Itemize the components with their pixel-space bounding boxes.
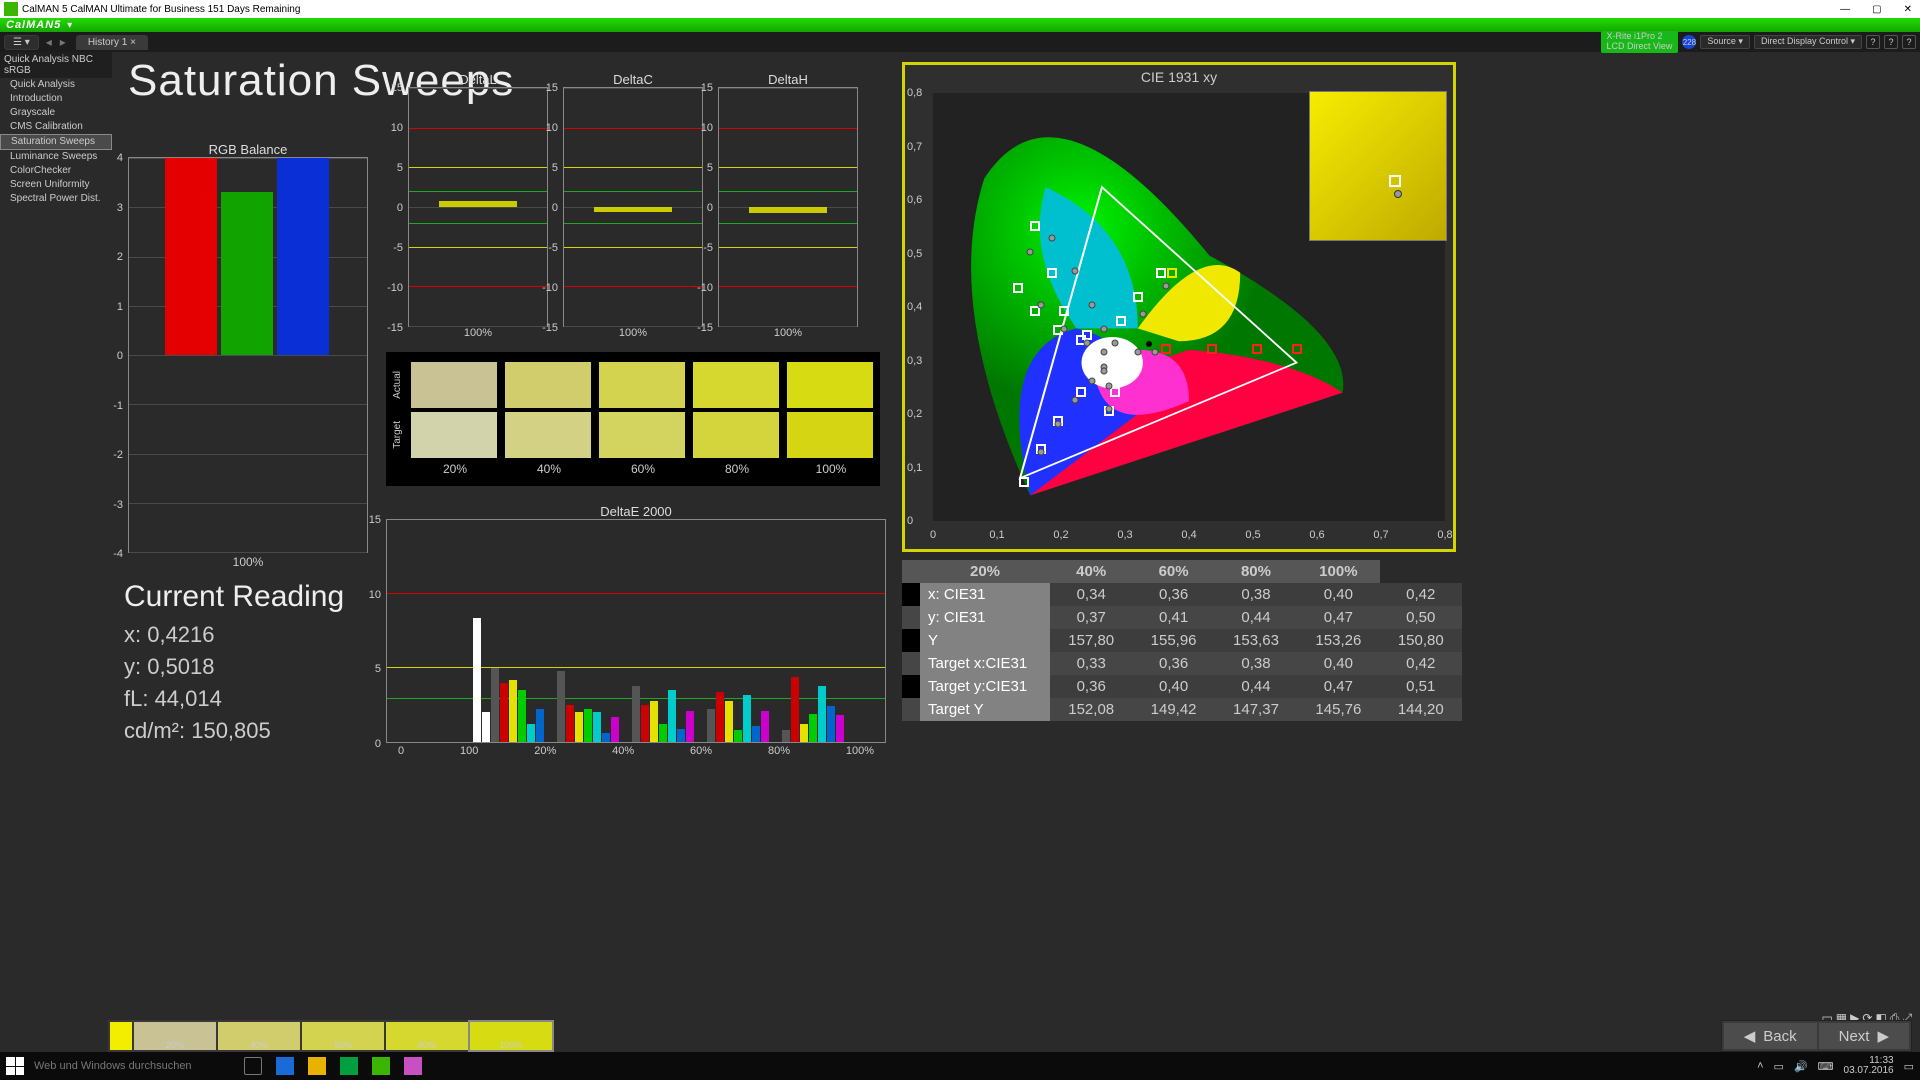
- deltae-chart: 051015: [386, 519, 886, 743]
- taskview-icon[interactable]: [244, 1057, 262, 1075]
- swatch: [411, 362, 497, 408]
- reading-y: y: 0,5018: [124, 654, 344, 680]
- deltae-title: DeltaE 2000: [386, 504, 886, 519]
- sidebar-header: Quick Analysis NBC sRGB: [0, 52, 112, 78]
- close-icon[interactable]: ✕: [1904, 4, 1912, 15]
- thumb-80%[interactable]: 80%: [386, 1022, 468, 1050]
- delta-chart: -15-10-5051015: [408, 87, 548, 327]
- swatch: [505, 362, 591, 408]
- tray-lang[interactable]: ⌨: [1818, 1060, 1834, 1073]
- deltae-xaxis: 010020%40%60%80%100%: [386, 743, 886, 759]
- sidebar-item-saturation-sweeps[interactable]: Saturation Sweeps: [0, 134, 112, 150]
- cie-inset: [1309, 91, 1447, 241]
- reading-title: Current Reading: [124, 580, 344, 614]
- taskbar-search[interactable]: Web und Windows durchsuchen: [34, 1060, 234, 1072]
- sidebar-item-grayscale[interactable]: Grayscale: [0, 106, 112, 120]
- toolbar: ☰ ▾ ◂ ▸ History 1 × X-Rite i1Pro 2LCD Di…: [0, 32, 1920, 52]
- windows-title-bar: CalMAN 5 CalMAN Ultimate for Business 15…: [0, 0, 1920, 18]
- cie-chart: CIE 1931 xy 000,10,10,20,20,30,30,40,40,…: [902, 62, 1456, 552]
- data-table: 20%40%60%80%100%x: CIE310,340,360,380,40…: [902, 560, 1462, 721]
- tray-net-icon[interactable]: ▭: [1774, 1060, 1784, 1073]
- sidebar: Quick Analysis NBC sRGB Quick AnalysisIn…: [0, 52, 112, 206]
- swatch-thumbnails: 20%40%60%80%100%: [108, 1020, 554, 1052]
- tab-close-icon[interactable]: ×: [130, 37, 136, 48]
- cie-title: CIE 1931 xy: [905, 69, 1453, 85]
- taskbar-clock[interactable]: 11:3303.07.2016: [1844, 1056, 1894, 1076]
- rgb-xlabel: 100%: [128, 555, 368, 569]
- help1-icon[interactable]: ?: [1866, 35, 1880, 49]
- palette-icon[interactable]: [404, 1057, 422, 1075]
- nav-fwd-icon[interactable]: ▸: [60, 35, 66, 49]
- help2-icon[interactable]: ?: [1884, 35, 1898, 49]
- swatch: [599, 412, 685, 458]
- edge-icon[interactable]: [276, 1057, 294, 1075]
- swatch: [505, 412, 591, 458]
- thumb-60%[interactable]: 60%: [302, 1022, 384, 1050]
- sidebar-item-spectral-power-dist-[interactable]: Spectral Power Dist.: [0, 192, 112, 206]
- window-title: CalMAN 5 CalMAN Ultimate for Business 15…: [22, 4, 300, 15]
- delta-chart: -15-10-5051015: [563, 87, 703, 327]
- swatch-panel: ActualTarget20%40%60%80%100%: [386, 352, 880, 486]
- sidebar-item-introduction[interactable]: Introduction: [0, 92, 112, 106]
- tray-up-icon[interactable]: ˄: [1757, 1060, 1763, 1072]
- help3-icon[interactable]: ?: [1902, 35, 1916, 49]
- rgb-balance-chart: -4-3-2-101234: [128, 157, 368, 553]
- app-header: CalMAN5 ▾: [0, 18, 1920, 32]
- start-button[interactable]: [6, 1057, 24, 1075]
- reading-fL: fL: 44,014: [124, 686, 344, 712]
- next-button[interactable]: Next▶: [1819, 1023, 1909, 1049]
- reading-cdm2: cd/m²: 150,805: [124, 718, 344, 744]
- swatch: [787, 362, 873, 408]
- wizard-nav: ◀Back Next▶: [1721, 1020, 1912, 1052]
- sidebar-item-screen-uniformity[interactable]: Screen Uniformity: [0, 178, 112, 192]
- device-badge[interactable]: X-Rite i1Pro 2LCD Direct View: [1601, 31, 1679, 53]
- app-icon: [4, 2, 18, 16]
- reading-x: x: 0,4216: [124, 622, 344, 648]
- swatch: [693, 362, 779, 408]
- delta-chart: -15-10-5051015: [718, 87, 858, 327]
- sidebar-item-luminance-sweeps[interactable]: Luminance Sweeps: [0, 150, 112, 164]
- triangle-right-icon: ▶: [1877, 1027, 1889, 1045]
- current-reading: Current Reading x: 0,4216 y: 0,5018 fL: …: [124, 580, 344, 750]
- triangle-left-icon: ◀: [1744, 1027, 1756, 1045]
- delta-title: DeltaH: [718, 72, 858, 87]
- badge-count[interactable]: 228: [1682, 35, 1696, 49]
- swatch: [599, 362, 685, 408]
- thumb-100%[interactable]: 100%: [470, 1022, 552, 1050]
- calman-taskbar-icon[interactable]: [372, 1057, 390, 1075]
- history-tab[interactable]: History 1 ×: [76, 35, 148, 50]
- swatch: [693, 412, 779, 458]
- thumb-20%[interactable]: 20%: [134, 1022, 216, 1050]
- sidebar-item-colorchecker[interactable]: ColorChecker: [0, 164, 112, 178]
- swatch: [411, 412, 497, 458]
- sidebar-item-cms-calibration[interactable]: CMS Calibration: [0, 120, 112, 134]
- notifications-icon[interactable]: ▭: [1904, 1060, 1914, 1073]
- sidebar-item-quick-analysis[interactable]: Quick Analysis: [0, 78, 112, 92]
- store-icon[interactable]: [340, 1057, 358, 1075]
- tray-vol-icon[interactable]: 🔊: [1794, 1060, 1808, 1073]
- thumb-40%[interactable]: 40%: [218, 1022, 300, 1050]
- nav-back-icon[interactable]: ◂: [46, 35, 52, 49]
- source-dropdown[interactable]: Source ▾: [1700, 35, 1750, 49]
- ddc-dropdown[interactable]: Direct Display Control ▾: [1754, 35, 1862, 49]
- maximize-icon[interactable]: ▢: [1872, 4, 1881, 15]
- rgb-balance-title: RGB Balance: [128, 142, 368, 157]
- delta-title: DeltaL: [408, 72, 548, 87]
- menu-button[interactable]: ☰ ▾: [4, 35, 39, 50]
- app-logo: CalMAN5: [0, 19, 67, 31]
- delta-title: DeltaC: [563, 72, 703, 87]
- back-button[interactable]: ◀Back: [1724, 1023, 1817, 1049]
- minimize-icon[interactable]: —: [1840, 4, 1850, 15]
- swatch: [787, 412, 873, 458]
- windows-taskbar[interactable]: Web und Windows durchsuchen ˄ ▭ 🔊 ⌨ 11:3…: [0, 1052, 1920, 1080]
- explorer-icon[interactable]: [308, 1057, 326, 1075]
